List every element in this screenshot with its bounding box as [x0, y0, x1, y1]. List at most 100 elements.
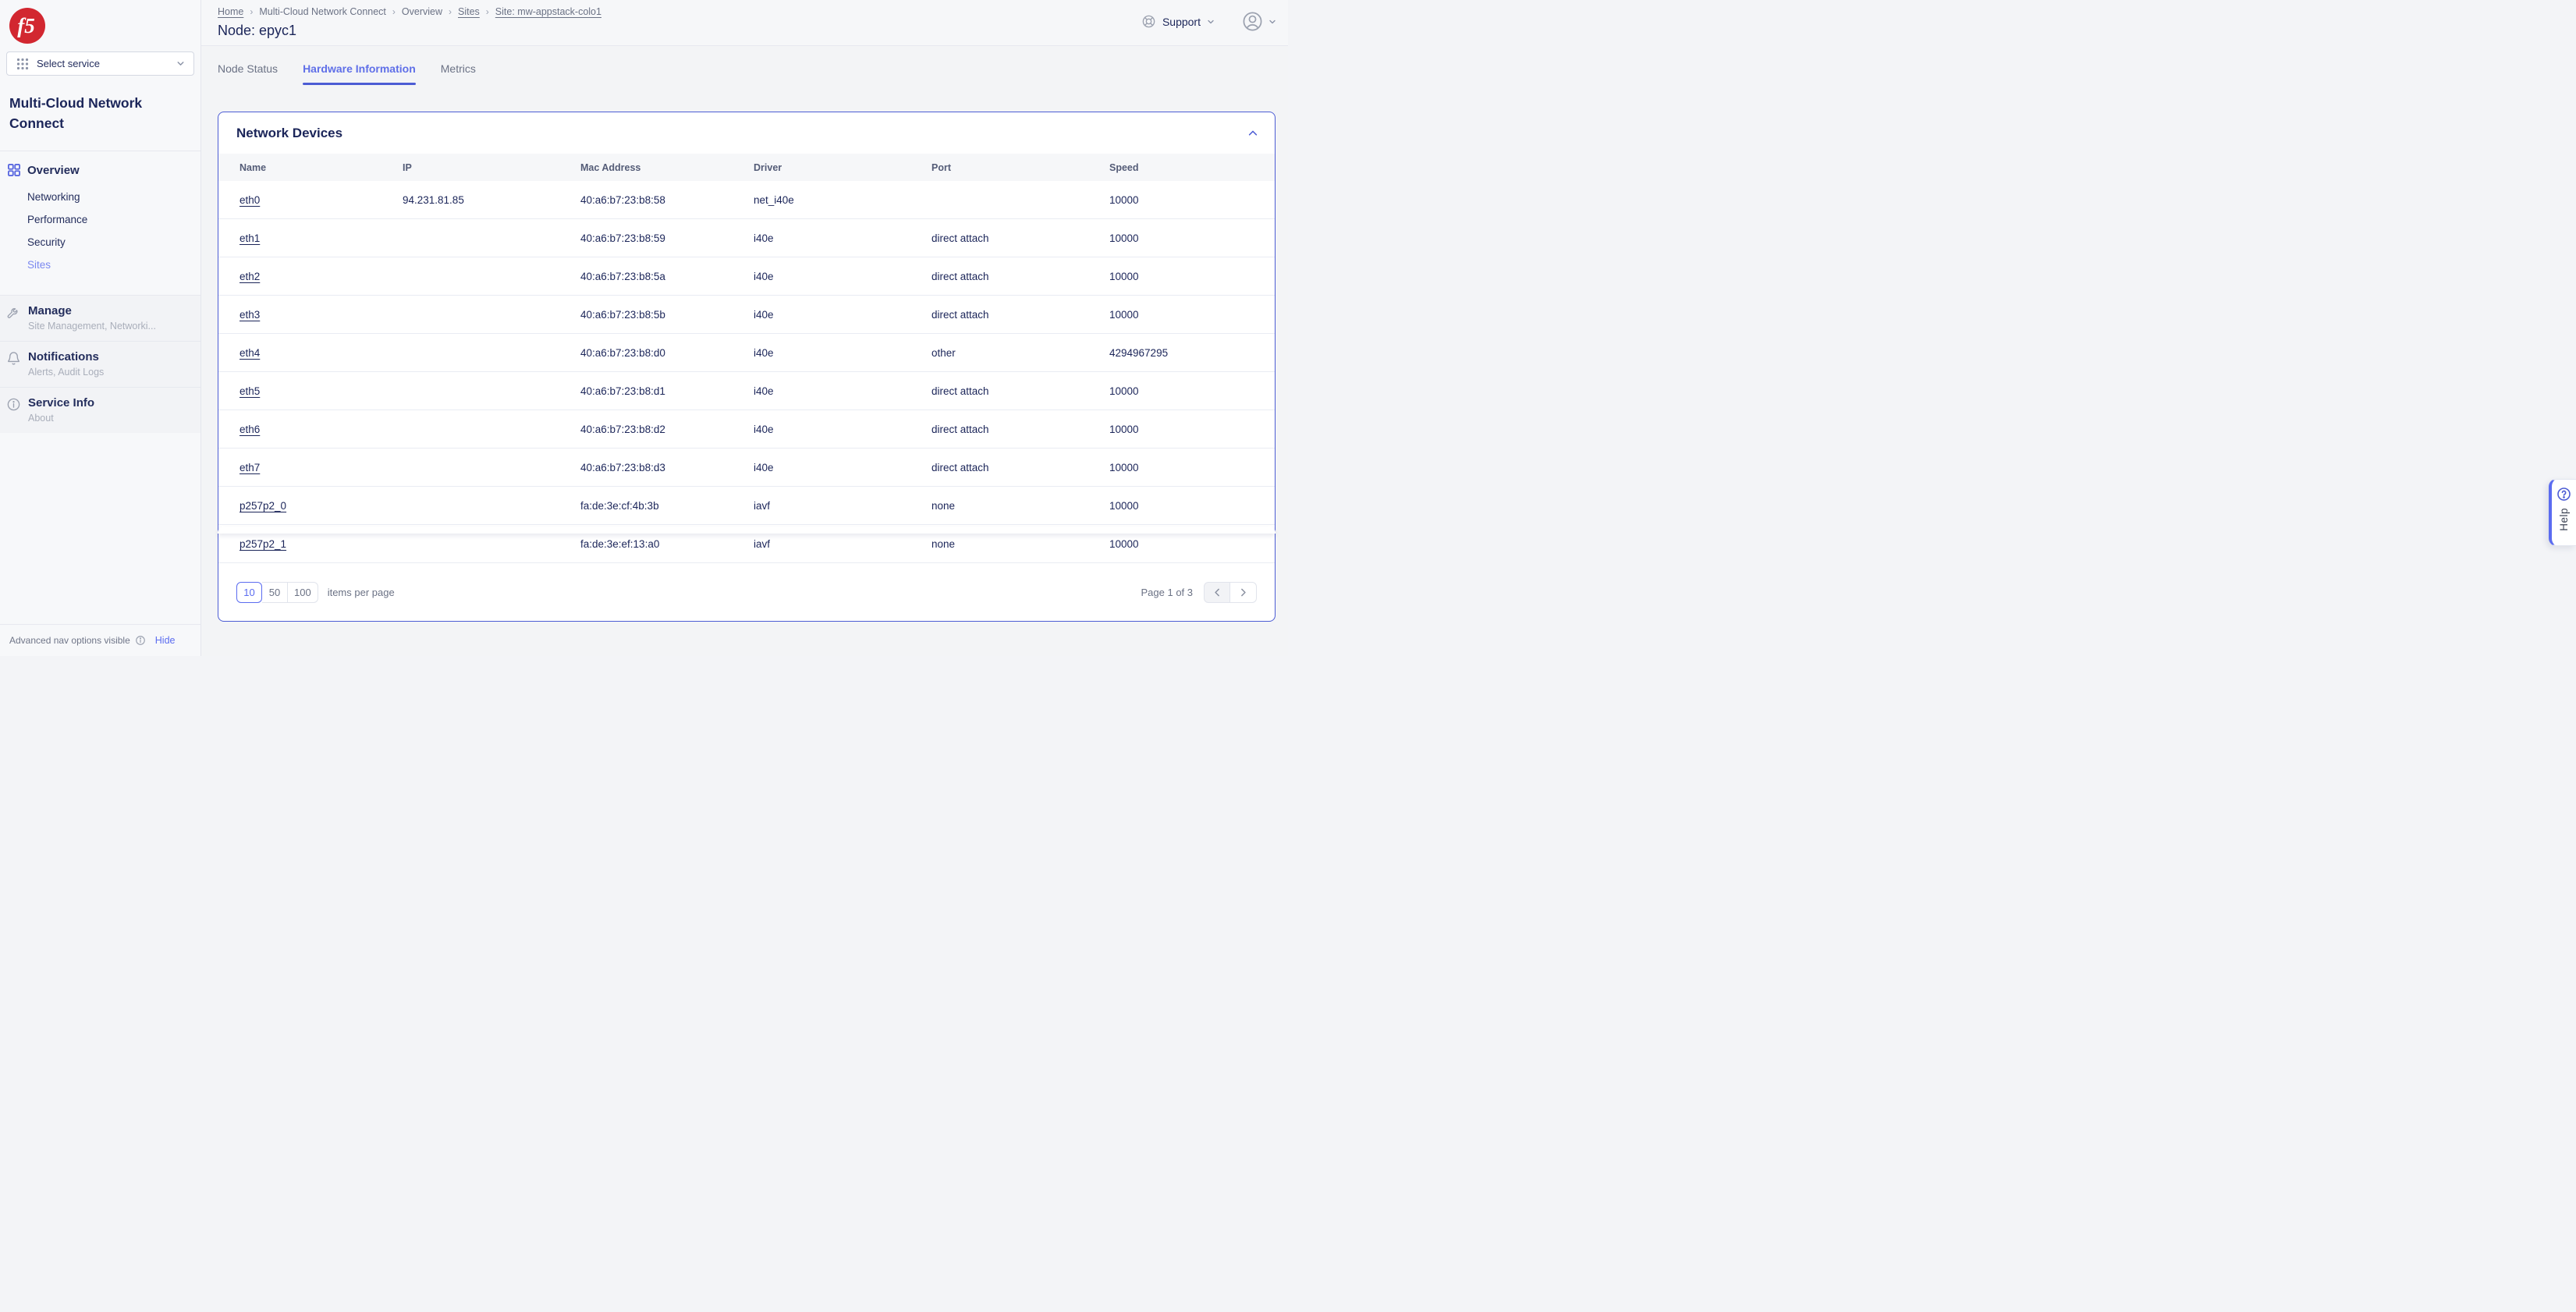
- cell-port: direct attach: [931, 423, 989, 435]
- device-link[interactable]: p257p2_0: [240, 500, 286, 512]
- device-link[interactable]: eth3: [240, 309, 260, 321]
- device-link[interactable]: eth5: [240, 385, 260, 397]
- network-devices-card: Network Devices Name IP Mac Address Driver P…: [218, 112, 1276, 622]
- device-link[interactable]: eth4: [240, 347, 260, 359]
- cell-speed: 10000: [1109, 270, 1139, 282]
- service-info-subtitle: About: [28, 413, 54, 424]
- device-link[interactable]: eth0: [240, 194, 260, 206]
- sidebar-item-notifications[interactable]: Notifications Alerts, Audit Logs: [0, 341, 200, 387]
- help-button[interactable]: Help: [2549, 479, 2576, 546]
- cell-driver: i40e: [754, 423, 774, 435]
- page-info: Page 1 of 3: [1141, 586, 1194, 598]
- cell-name: eth3: [240, 309, 403, 321]
- cell-mac-address: 40:a6:b7:23:b8:5b: [580, 308, 665, 321]
- notifications-subtitle: Alerts, Audit Logs: [28, 367, 105, 378]
- device-link[interactable]: p257p2_1: [240, 538, 286, 550]
- breadcrumb-item[interactable]: Multi-Cloud Network Connect: [259, 6, 386, 17]
- page-size-50[interactable]: 50: [262, 581, 288, 603]
- cell-driver: i40e: [754, 308, 774, 321]
- sidebar-item-service-info[interactable]: Service Info About: [0, 387, 200, 433]
- breadcrumb-item[interactable]: Home: [218, 6, 243, 17]
- grid-dots-icon: [16, 58, 29, 70]
- device-link[interactable]: eth2: [240, 271, 260, 282]
- cell-speed: 10000: [1109, 385, 1139, 397]
- service-selector[interactable]: Select service: [6, 51, 194, 76]
- cell-speed: 4294967295: [1109, 346, 1169, 359]
- cell-speed: 10000: [1109, 537, 1139, 550]
- page-size-10[interactable]: 10: [236, 581, 262, 603]
- table-row: eth7 40:a6:b7:23:b8:d3 i40e direct attach 10…: [218, 449, 1275, 487]
- column-header-name: Name: [240, 161, 267, 173]
- cell-name: p257p2_1: [240, 538, 403, 550]
- breadcrumb-item[interactable]: Site: mw-appstack-colo1: [495, 6, 601, 17]
- sidebar-item-sites[interactable]: Sites: [0, 254, 200, 276]
- notifications-label: Notifications: [28, 350, 99, 363]
- table-row: eth6 40:a6:b7:23:b8:d2 i40e direct attach 10…: [218, 410, 1275, 449]
- sidebar-item-overview[interactable]: Overview: [0, 162, 200, 178]
- device-link[interactable]: eth1: [240, 232, 260, 244]
- cell-speed: 10000: [1109, 499, 1139, 512]
- cell-port: direct attach: [931, 461, 989, 473]
- sidebar-item-networking[interactable]: Networking: [0, 186, 200, 208]
- cell-port: direct attach: [931, 385, 989, 397]
- tab-node-status[interactable]: Node Status: [218, 62, 278, 85]
- card-title: Network Devices: [236, 125, 343, 140]
- column-header-ip: IP: [403, 161, 412, 173]
- table-row: eth5 40:a6:b7:23:b8:d1 i40e direct attach 10…: [218, 372, 1275, 410]
- chevron-down-icon: [1206, 17, 1215, 27]
- tab-hardware-information[interactable]: Hardware Information: [303, 62, 416, 85]
- support-menu[interactable]: Support: [1141, 14, 1215, 29]
- cell-name: eth5: [240, 385, 403, 397]
- breadcrumb-separator: ›: [392, 6, 396, 17]
- cell-name: eth2: [240, 271, 403, 282]
- table-row: eth2 40:a6:b7:23:b8:5a i40e direct attach 10…: [218, 257, 1275, 296]
- table-row: eth1 40:a6:b7:23:b8:59 i40e direct attach 10…: [218, 219, 1275, 257]
- cell-speed: 10000: [1109, 193, 1139, 206]
- next-page-button[interactable]: [1230, 581, 1257, 603]
- cell-mac-address: fa:de:3e:ef:13:a0: [580, 537, 660, 550]
- device-link[interactable]: eth7: [240, 462, 260, 473]
- manage-label: Manage: [28, 304, 72, 317]
- cell-speed: 10000: [1109, 232, 1139, 244]
- cell-driver: i40e: [754, 346, 774, 359]
- cell-port: direct attach: [931, 232, 989, 244]
- service-selector-label: Select service: [37, 58, 100, 69]
- page-size-100[interactable]: 100: [288, 581, 318, 603]
- cell-mac-address: 40:a6:b7:23:b8:d0: [580, 346, 665, 359]
- cell-driver: iavf: [754, 499, 771, 512]
- overview-label: Overview: [27, 163, 80, 177]
- items-per-page-label: items per page: [327, 586, 395, 598]
- previous-page-button[interactable]: [1204, 581, 1230, 603]
- breadcrumb-separator: ›: [449, 6, 452, 17]
- hide-nav-button[interactable]: Hide: [155, 635, 176, 646]
- breadcrumb-item[interactable]: Overview: [402, 6, 442, 17]
- cell-port: direct attach: [931, 308, 989, 321]
- column-header-speed: Speed: [1109, 161, 1139, 173]
- cell-driver: i40e: [754, 385, 774, 397]
- sidebar-item-performance[interactable]: Performance: [0, 208, 200, 231]
- tab-metrics[interactable]: Metrics: [441, 62, 476, 85]
- sidebar: f5 Select service Multi-Cloud Network Co…: [0, 0, 201, 656]
- next-card-peek[interactable]: [218, 527, 1276, 534]
- user-menu[interactable]: [1242, 11, 1277, 32]
- help-label: Help: [2558, 508, 2570, 531]
- cell-mac-address: 40:a6:b7:23:b8:59: [580, 232, 665, 244]
- cell-mac-address: 40:a6:b7:23:b8:58: [580, 193, 665, 206]
- bell-icon: [6, 351, 23, 378]
- f5-logo-icon[interactable]: f5: [9, 8, 45, 44]
- advanced-nav-text: Advanced nav options visible: [9, 635, 130, 646]
- device-link[interactable]: eth6: [240, 424, 260, 435]
- sidebar-item-security[interactable]: Security: [0, 231, 200, 254]
- manage-subtitle: Site Management, Networki...: [28, 321, 156, 332]
- product-title: Multi-Cloud Network Connect: [9, 95, 143, 131]
- breadcrumb-item[interactable]: Sites: [458, 6, 480, 17]
- cell-port: other: [931, 346, 956, 359]
- overview-grid-icon: [6, 162, 22, 178]
- cell-name: eth6: [240, 424, 403, 435]
- chevron-down-icon: [176, 59, 186, 69]
- sidebar-item-manage[interactable]: Manage Site Management, Networki...: [0, 295, 200, 341]
- cell-mac-address: 40:a6:b7:23:b8:5a: [580, 270, 665, 282]
- cell-name: p257p2_0: [240, 500, 403, 512]
- collapse-card-button[interactable]: [1247, 128, 1258, 139]
- cell-ip: 94.231.81.85: [403, 193, 464, 206]
